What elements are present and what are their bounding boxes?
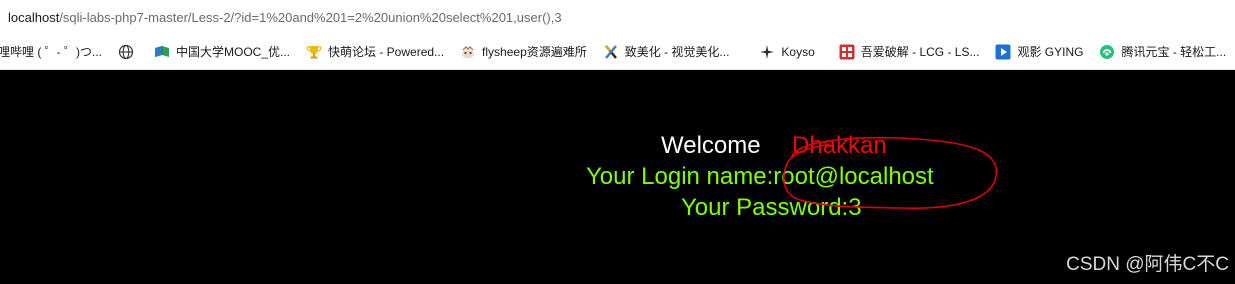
- bookmark-label: flysheep资源遍难所: [482, 45, 587, 59]
- address-path: /sqli-labs-php7-master/Less-2/?id=1%20an…: [59, 10, 562, 25]
- user-name-text: Dhakkan: [792, 132, 887, 159]
- bookmark-label: Koyso: [781, 44, 815, 59]
- bookmark-label: 观影 GYING: [1017, 45, 1084, 59]
- password-text: Your Password:3: [681, 194, 862, 221]
- bookmark-label: 吾爱破解 - LCG - LS...: [860, 45, 980, 59]
- bookmark-koyso[interactable]: Koyso: [751, 39, 822, 65]
- 52pojie-icon: [839, 44, 855, 60]
- page-content: Welcome Dhakkan Your Login name:root@loc…: [0, 70, 1235, 284]
- globe-icon: [118, 44, 134, 60]
- bookmark-zhimeihua[interactable]: 致美化 - 视觉美化...: [595, 39, 738, 65]
- bookmark-label: 中国大学MOOC_优...: [176, 45, 291, 59]
- welcome-text: Welcome: [661, 132, 761, 159]
- bookmark-label: 致美化 - 视觉美化...: [624, 45, 730, 59]
- bookmark-flysheep[interactable]: flysheep资源遍难所: [452, 39, 595, 65]
- bookmark-label: 快萌论坛 - Powered...: [328, 45, 445, 59]
- bookmark-globe[interactable]: [110, 39, 146, 65]
- address-host: localhost: [8, 10, 60, 25]
- flysheep-icon: [460, 44, 476, 60]
- login-name-text: Your Login name:root@localhost: [586, 163, 934, 190]
- mooc-icon: [154, 44, 170, 60]
- bookmark-52pojie[interactable]: 吾爱破解 - LCG - LS...: [831, 39, 988, 65]
- bookmark-label: 腾讯元宝 - 轻松工...: [1121, 45, 1227, 59]
- bookmark-kuaimeng[interactable]: 快萌论坛 - Powered...: [298, 39, 452, 65]
- sparkle-icon: [759, 44, 775, 60]
- bookmark-mooc[interactable]: 中国大学MOOC_优...: [146, 39, 298, 65]
- address-bar[interactable]: localhost/sqli-labs-php7-master/Less-2/?…: [0, 0, 1235, 34]
- bookmarks-bar: 哩哔哩 ( ゜- ゜)つ... 中国大学MOOC_优... 快萌论坛 - Pow…: [0, 34, 1235, 70]
- bookmark-label: 哩哔哩 ( ゜- ゜)つ...: [0, 45, 102, 59]
- x-icon: [603, 44, 619, 60]
- bookmark-gying[interactable]: 观影 GYING: [987, 39, 1091, 65]
- bookmark-bilibili[interactable]: 哩哔哩 ( ゜- ゜)つ...: [0, 39, 110, 65]
- play-icon: [995, 44, 1011, 60]
- yuanbao-icon: [1099, 44, 1115, 60]
- bookmark-yuanbao[interactable]: 腾讯元宝 - 轻松工...: [1091, 39, 1234, 65]
- csdn-watermark: CSDN @阿伟C不C: [1066, 254, 1229, 275]
- trophy-icon: [306, 44, 322, 60]
